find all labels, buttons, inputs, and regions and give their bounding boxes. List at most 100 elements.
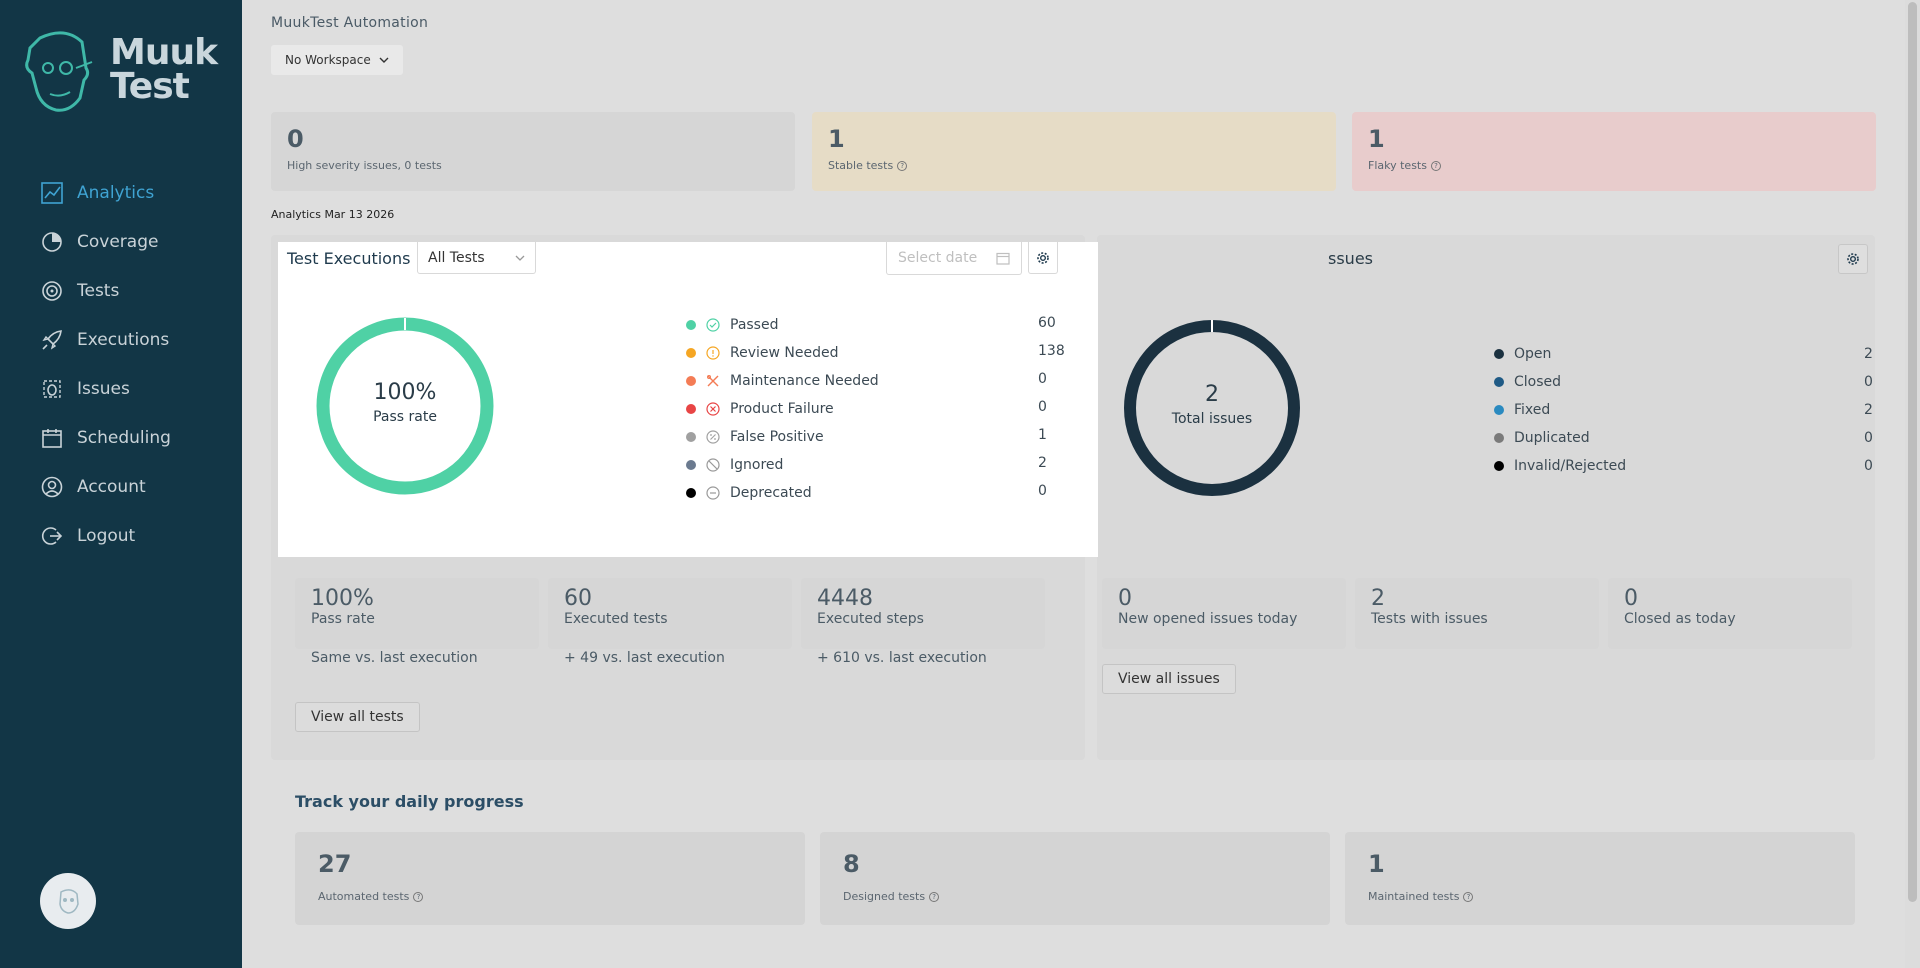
stat-caption: Flaky tests	[1368, 159, 1427, 172]
chevron-down-icon	[515, 255, 525, 261]
legend-value-deprecated: 0	[1038, 483, 1047, 499]
metric-closed-today: 0 Closed as today	[1608, 578, 1852, 649]
pass-rate-donut-center: 100% Pass rate	[315, 380, 495, 425]
legend-value-product-failure: 0	[1038, 399, 1047, 415]
stat-stable-tests: 1 Stable tests?	[812, 112, 1336, 191]
sidebar-item-label: Tests	[77, 280, 120, 301]
metric-delta: + 610 vs. last execution	[817, 650, 987, 666]
gear-icon	[1847, 253, 1859, 265]
logo-text-line1: Muuk	[110, 32, 218, 73]
legend-item-review-needed: Review Needed	[686, 339, 1086, 367]
minus-circle-icon	[706, 486, 720, 500]
legend-label: False Positive	[730, 429, 824, 445]
progress-value: 8	[843, 850, 860, 878]
help-icon[interactable]: ?	[1430, 160, 1441, 171]
legend-dot	[686, 376, 696, 386]
chevron-down-icon	[379, 57, 389, 63]
legend-item-maintenance-needed: Maintenance Needed	[686, 367, 1086, 395]
metric-delta: + 49 vs. last execution	[564, 650, 725, 666]
legend-dot	[1494, 405, 1504, 415]
date-picker-input[interactable]: Select date	[886, 242, 1022, 275]
progress-caption: Maintained tests	[1368, 890, 1460, 903]
legend-label: Open	[1514, 346, 1552, 362]
metric-value: 2	[1371, 586, 1385, 611]
legend-dot	[1494, 433, 1504, 443]
stat-value: 0	[287, 125, 304, 153]
legend-dot	[1494, 349, 1504, 359]
help-icon[interactable]: ?	[1463, 891, 1474, 902]
pass-rate-donut-value: 100%	[373, 380, 437, 405]
view-all-tests-button[interactable]: View all tests	[295, 702, 420, 732]
sidebar-item-issues[interactable]: Issues	[0, 364, 242, 413]
view-all-issues-button[interactable]: View all issues	[1102, 664, 1236, 694]
sidebar-item-label: Coverage	[77, 231, 159, 252]
workspace-dropdown[interactable]: No Workspace	[271, 45, 403, 75]
muuktest-logo[interactable]: Muuk Test	[20, 28, 225, 118]
metric-label: Executed steps	[817, 611, 924, 627]
legend-value: 2	[1864, 346, 1873, 362]
issues-donut-value: 2	[1205, 382, 1219, 407]
legend-label: Ignored	[730, 457, 784, 473]
sidebar-item-coverage[interactable]: Coverage	[0, 217, 242, 266]
issues-legend: Open 2 Closed 0 Fixed 2 Duplicated 0 Invalid…	[1494, 340, 1884, 480]
sidebar-item-tests[interactable]: Tests	[0, 266, 242, 315]
sidebar-item-account[interactable]: Account	[0, 462, 242, 511]
avatar-face-icon	[59, 889, 79, 914]
metric-value: 0	[1118, 586, 1132, 611]
tests-filter-select[interactable]: All Tests	[417, 242, 536, 274]
metric-label: New opened issues today	[1118, 611, 1298, 627]
metric-label: Closed as today	[1624, 611, 1736, 627]
legend-label: Product Failure	[730, 401, 834, 417]
help-icon[interactable]: ?	[897, 160, 908, 171]
legend-label: Maintenance Needed	[730, 373, 879, 389]
sidebar-item-label: Logout	[77, 525, 136, 546]
metric-label: Executed tests	[564, 611, 668, 627]
logout-icon	[40, 524, 64, 548]
legend-value-false-positive: 1	[1038, 427, 1047, 443]
sidebar-item-logout[interactable]: Logout	[0, 511, 242, 560]
executions-settings-button[interactable]	[1028, 242, 1058, 274]
ban-icon	[706, 458, 720, 472]
progress-value: 27	[318, 850, 352, 878]
metric-label: Tests with issues	[1371, 611, 1488, 627]
issues-donut-label: Total issues	[1171, 411, 1253, 427]
legend-item: Closed 0	[1494, 368, 1884, 396]
page-scrollbar[interactable]	[1905, 0, 1920, 968]
legend-value: 2	[1864, 402, 1873, 418]
legend-dot	[686, 488, 696, 498]
legend-item: Fixed 2	[1494, 396, 1884, 424]
stat-caption: High severity issues, 0 tests	[287, 159, 442, 172]
calendar-icon	[996, 252, 1010, 265]
sidebar-item-scheduling[interactable]: Scheduling	[0, 413, 242, 462]
legend-label: Passed	[730, 317, 779, 333]
legend-value-maintenance-needed: 0	[1038, 371, 1047, 387]
legend-value: 0	[1864, 374, 1873, 390]
help-icon[interactable]: ?	[413, 891, 424, 902]
help-icon[interactable]: ?	[929, 891, 940, 902]
avatar[interactable]	[40, 873, 96, 929]
metric-value: 60	[564, 586, 592, 611]
legend-value-ignored: 2	[1038, 455, 1047, 471]
metric-label: Pass rate	[311, 611, 375, 627]
legend-item-passed: Passed	[686, 311, 1086, 339]
issues-settings-button[interactable]	[1838, 244, 1868, 274]
legend-label: Closed	[1514, 374, 1562, 390]
x-circle-icon	[706, 402, 720, 416]
legend-item-product-failure: Product Failure	[686, 395, 1086, 423]
alert-circle-icon	[706, 346, 720, 360]
scrollbar-thumb[interactable]	[1908, 2, 1917, 902]
progress-maintained: 1 Maintained tests?	[1345, 832, 1855, 925]
user-circle-icon	[40, 475, 64, 499]
pass-rate-donut-label: Pass rate	[373, 409, 437, 425]
progress-caption: Designed tests	[843, 890, 926, 903]
tests-filter-value: All Tests	[428, 249, 485, 266]
sidebar-item-label: Scheduling	[77, 427, 171, 448]
sidebar-item-analytics[interactable]: Analytics	[0, 168, 242, 217]
modal-title: Test Executions	[287, 249, 411, 268]
calendar-icon	[40, 426, 64, 450]
sidebar-item-executions[interactable]: Executions	[0, 315, 242, 364]
legend-dot	[1494, 377, 1504, 387]
metric-value: 100%	[311, 586, 374, 611]
progress-designed: 8 Designed tests?	[820, 832, 1330, 925]
legend-item-false-positive: False Positive	[686, 423, 1086, 451]
